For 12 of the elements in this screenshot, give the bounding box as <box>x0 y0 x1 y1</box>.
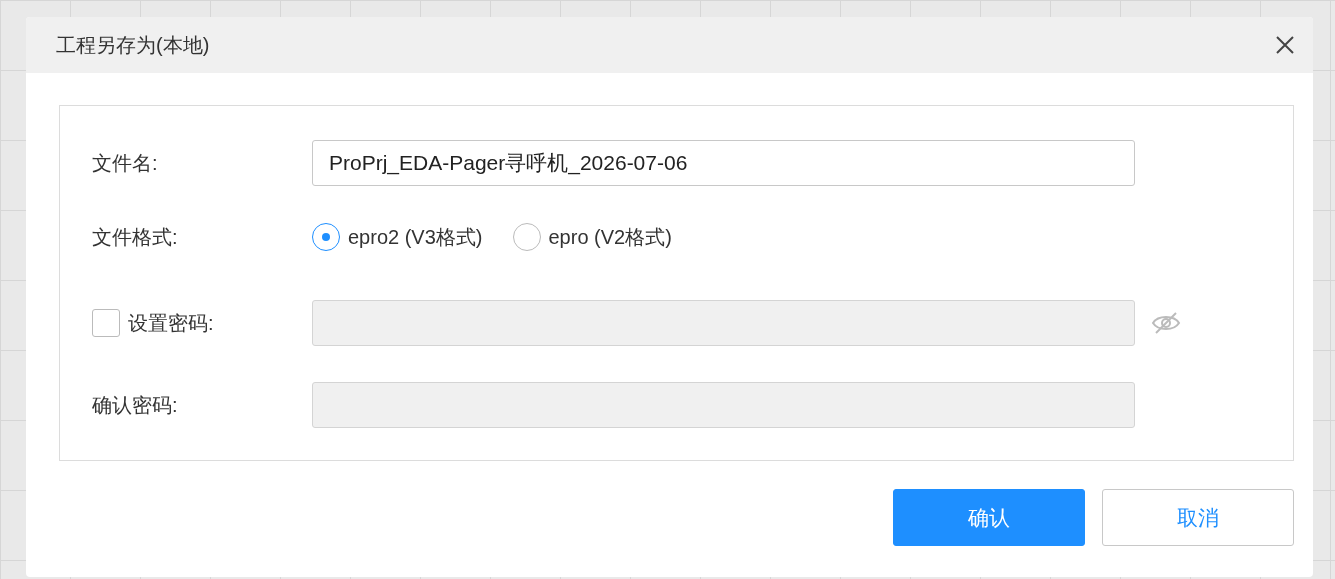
radio-button[interactable] <box>512 223 541 251</box>
close-icon <box>1275 35 1295 55</box>
radio-option[interactable]: epro (V2格式) <box>512 222 672 252</box>
file-name-field[interactable]: ProPrj_EDA-Pager寻呼机_2026-07-06 <box>312 140 1135 186</box>
field-label: 文件格式: <box>92 225 179 250</box>
eye-hidden-icon[interactable] <box>1151 311 1181 335</box>
dialog-title: 工程另存为(本地) <box>56 33 210 58</box>
radio-option[interactable]: epro2 (V3格式) <box>312 222 483 252</box>
field-label: 确认密码: <box>92 393 179 418</box>
radio-button[interactable] <box>312 223 340 251</box>
field-label: 文件名: <box>92 151 159 176</box>
field-label: 设置密码: <box>128 311 214 336</box>
